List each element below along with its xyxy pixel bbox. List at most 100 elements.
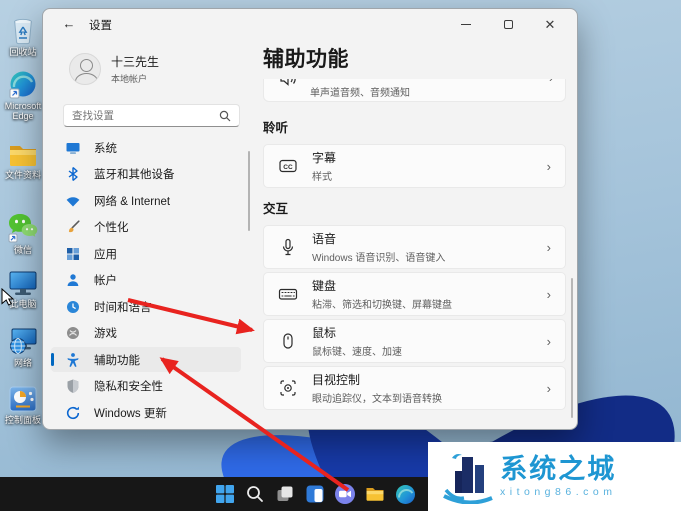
back-button[interactable]: ← bbox=[59, 15, 79, 33]
settings-window: ← 设置 ✕ 十三先生 本地帐户 查找设置 系统 蓝牙和其他设备 网络 & In… bbox=[42, 8, 578, 430]
desktop-icon-control-panel[interactable]: 控制面板 bbox=[0, 384, 46, 425]
chevron-right-icon: › bbox=[546, 239, 551, 255]
desktop-icon-label: 文件资料 bbox=[4, 170, 41, 180]
chevron-right-icon: › bbox=[546, 333, 551, 349]
chevron-right-icon: › bbox=[549, 79, 553, 85]
row-title: 鼠标 bbox=[312, 326, 337, 340]
edge-taskbar-icon bbox=[395, 484, 415, 504]
keyboard-icon bbox=[278, 288, 298, 300]
accounts-icon bbox=[67, 274, 79, 286]
section-label-hearing: 聆听 bbox=[263, 121, 289, 135]
desktop-icon-label: Microsoft Edge bbox=[4, 101, 42, 122]
sidebar-item-accessibility[interactable]: 辅助功能 bbox=[51, 347, 241, 372]
row-title: 目视控制 bbox=[312, 373, 361, 387]
search-input[interactable] bbox=[72, 109, 219, 122]
desktop-icon-edge[interactable]: Microsoft Edge bbox=[0, 70, 46, 122]
svg-text:CC: CC bbox=[283, 164, 293, 171]
file-explorer-icon bbox=[366, 488, 384, 501]
widgets-button[interactable] bbox=[303, 482, 327, 506]
row-keyboard[interactable]: 键盘 粘滞、筛选和切换键、屏幕键盘 › bbox=[263, 272, 566, 316]
row-title: 键盘 bbox=[312, 279, 337, 293]
mouse-icon bbox=[283, 333, 293, 349]
start-icon bbox=[216, 485, 234, 503]
section-label-interaction: 交互 bbox=[263, 202, 289, 216]
desktop-icon-wechat[interactable]: 微信 bbox=[0, 212, 46, 255]
privacy-icon bbox=[67, 379, 79, 393]
sidebar-item-privacy[interactable]: 隐私和安全性 bbox=[51, 374, 241, 399]
folder-icon bbox=[10, 146, 36, 166]
sidebar-item-time-language[interactable]: 时间和语言 bbox=[51, 294, 241, 319]
row-eye-control[interactable]: 目视控制 眼动追踪仪，文本到语音转换 › bbox=[263, 366, 566, 410]
desktop-icon-label: 微信 bbox=[13, 245, 32, 255]
gaming-icon bbox=[67, 327, 79, 339]
desktop-icon-label: 回收站 bbox=[9, 47, 37, 57]
system-icon bbox=[66, 142, 80, 154]
window-title: 设置 bbox=[89, 20, 112, 32]
row-subtitle: Windows 语音识别、语音键入 bbox=[312, 253, 446, 264]
sidebar-item-accounts[interactable]: 帐户 bbox=[51, 268, 241, 293]
recycle-bin-icon bbox=[14, 18, 32, 45]
watermark-url: xitong86.com bbox=[500, 485, 617, 498]
sidebar-item-apps[interactable]: 应用 bbox=[51, 241, 241, 266]
sidebar-item-bluetooth[interactable]: 蓝牙和其他设备 bbox=[51, 162, 241, 187]
desktop-icon-folder[interactable]: 文件资料 bbox=[0, 142, 46, 180]
captions-icon: CC bbox=[279, 159, 297, 173]
desktop-icon-label: 网络 bbox=[13, 358, 32, 368]
chat-button[interactable] bbox=[333, 482, 357, 506]
edge-taskbar-button[interactable] bbox=[393, 482, 417, 506]
row-subtitle: 鼠标键、速度、加速 bbox=[312, 347, 402, 358]
widgets-icon bbox=[306, 485, 324, 503]
watermark-title: 系统之城 bbox=[500, 454, 617, 485]
account-type: 本地帐户 bbox=[111, 74, 148, 84]
accessibility-icon bbox=[67, 352, 79, 367]
apps-icon bbox=[67, 247, 79, 260]
sidebar-item-system[interactable]: 系统 bbox=[51, 135, 241, 160]
desktop-icon-recycle-bin[interactable]: 回收站 bbox=[0, 14, 46, 57]
watermark: 系统之城 xitong86.com bbox=[428, 442, 681, 511]
network-places-icon bbox=[10, 328, 37, 354]
audio-row-clipped[interactable]: 单声道音频、音频通知 › bbox=[263, 79, 566, 102]
bluetooth-icon bbox=[68, 166, 78, 182]
watermark-logo bbox=[443, 453, 493, 504]
row-mouse[interactable]: 鼠标 鼠标键、速度、加速 › bbox=[263, 319, 566, 363]
row-title: 语音 bbox=[312, 232, 337, 246]
sidebar-item-windows-update[interactable]: Windows 更新 bbox=[51, 400, 241, 425]
edge-icon bbox=[9, 71, 36, 99]
wechat-icon bbox=[8, 214, 38, 243]
row-speech[interactable]: 语音 Windows 语音识别、语音键入 › bbox=[263, 225, 566, 269]
desktop: 回收站 Microsoft Edge 文件资料 微信 此电脑 网络 控制面板 ←… bbox=[0, 0, 681, 511]
desktop-icon-label: 控制面板 bbox=[4, 415, 41, 425]
sidebar-item-personalization[interactable]: 个性化 bbox=[51, 215, 241, 240]
eye-control-icon bbox=[280, 380, 296, 396]
task-view-button[interactable] bbox=[273, 482, 297, 506]
chevron-right-icon: › bbox=[546, 286, 551, 302]
row-subtitle: 粘滞、筛选和切换键、屏幕键盘 bbox=[312, 300, 452, 311]
row-subtitle: 单声道音频、音频通知 bbox=[310, 88, 410, 99]
chevron-right-icon: › bbox=[546, 158, 551, 174]
sidebar-scrollbar[interactable] bbox=[248, 151, 250, 231]
content-pane: 辅助功能 单声道音频、音频通知 › 聆听 CC 字幕 样式 › bbox=[263, 9, 566, 410]
row-subtitle: 眼动追踪仪，文本到语音转换 bbox=[312, 394, 442, 405]
user-profile[interactable]: 十三先生 本地帐户 bbox=[69, 53, 159, 85]
row-title: 字幕 bbox=[312, 151, 337, 165]
search-icon bbox=[219, 110, 231, 121]
taskbar-search-icon bbox=[247, 486, 263, 502]
content-scrollbar[interactable] bbox=[571, 278, 573, 418]
search-box[interactable] bbox=[63, 104, 240, 127]
network-wifi-icon bbox=[66, 196, 80, 206]
mono-audio-icon bbox=[278, 79, 298, 94]
file-explorer-button[interactable] bbox=[363, 482, 387, 506]
sidebar-item-gaming[interactable]: 游戏 bbox=[51, 321, 241, 346]
row-captions[interactable]: CC 字幕 样式 › bbox=[263, 144, 566, 188]
windows-update-icon bbox=[66, 406, 80, 419]
desktop-icon-network[interactable]: 网络 bbox=[0, 324, 46, 368]
time-language-icon bbox=[67, 300, 79, 313]
start-button[interactable] bbox=[213, 482, 237, 506]
task-view-icon bbox=[277, 486, 293, 501]
taskbar-search-button[interactable] bbox=[243, 482, 267, 506]
mouse-cursor bbox=[1, 288, 15, 306]
chevron-right-icon: › bbox=[546, 380, 551, 396]
speech-icon bbox=[282, 238, 294, 256]
avatar bbox=[69, 53, 101, 85]
sidebar-item-network[interactable]: 网络 & Internet bbox=[51, 188, 241, 213]
